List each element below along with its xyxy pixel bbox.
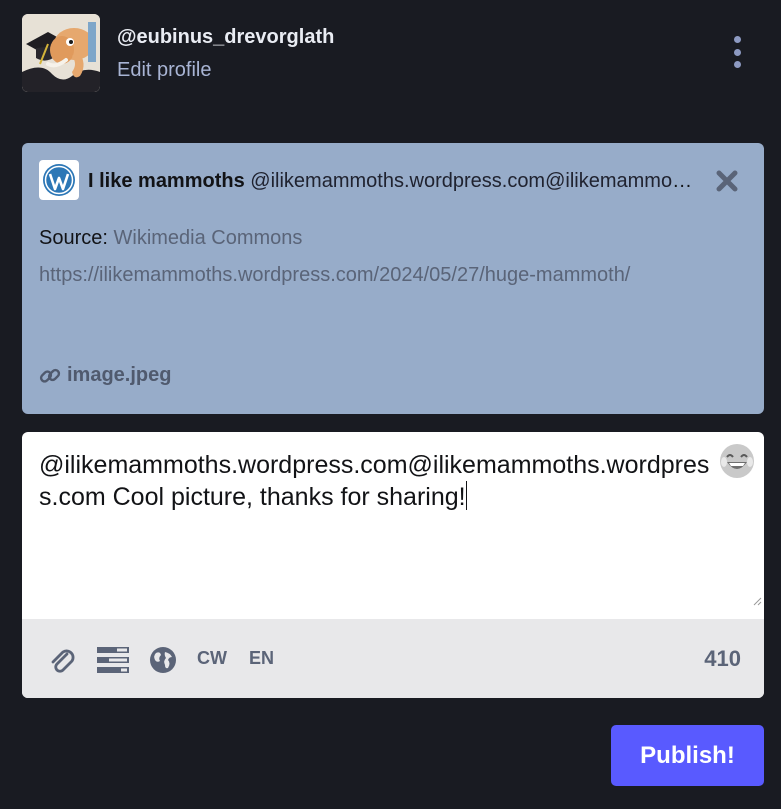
reply-header: I like mammoths @ilikemammoths.wordpress… (39, 160, 744, 200)
globe-icon (150, 647, 176, 673)
source-label: Source: (39, 227, 108, 249)
more-options-button[interactable] (725, 36, 749, 68)
close-icon (716, 170, 738, 192)
account-info: @eubinus_drevorglath Edit profile (117, 24, 334, 83)
character-counter: 410 (704, 646, 741, 671)
paperclip-icon (51, 649, 75, 673)
poll-icon (97, 647, 129, 673)
reply-author[interactable]: I like mammoths @ilikemammoths.wordpress… (88, 169, 694, 193)
link-icon (39, 368, 61, 383)
publish-button[interactable]: Publish! (611, 725, 764, 786)
attachment-link[interactable]: image.jpeg (39, 364, 171, 387)
edit-profile-link[interactable]: Edit profile (117, 57, 334, 83)
source-link[interactable]: Wikimedia Commons (114, 227, 303, 249)
laughing-emoji-icon (720, 444, 754, 478)
reply-indicator: I like mammoths @ilikemammoths.wordpress… (22, 143, 764, 414)
resize-handle[interactable] (752, 593, 762, 606)
reply-display-name: I like mammoths (88, 170, 245, 192)
attach-media-button[interactable] (48, 645, 78, 675)
wordpress-icon (39, 160, 79, 200)
reply-content: Source: Wikimedia Commons https://ilikem… (39, 220, 704, 294)
language-button[interactable]: EN (249, 648, 274, 669)
reply-url[interactable]: https://ilikemammoths.wordpress.com/2024… (39, 264, 630, 286)
attachment-name: image.jpeg (67, 364, 172, 386)
compose-toolbar: CW EN 410 (22, 619, 764, 698)
compose-form: @ilikemammoths.wordpress.com@ilikemammot… (22, 432, 764, 698)
emoji-picker-button[interactable] (718, 442, 756, 480)
vertical-ellipsis-icon (733, 36, 741, 43)
text-caret (465, 481, 467, 510)
visibility-button[interactable] (148, 645, 178, 675)
avatar[interactable] (22, 14, 100, 92)
compose-textarea[interactable]: @ilikemammoths.wordpress.com@ilikemammot… (39, 449, 711, 513)
content-warning-button[interactable]: CW (197, 648, 227, 669)
cancel-reply-button[interactable] (714, 168, 740, 194)
compose-header: @eubinus_drevorglath Edit profile (22, 14, 759, 92)
add-poll-button[interactable] (96, 645, 130, 675)
username: @eubinus_drevorglath (117, 26, 335, 48)
compose-text-value: @ilikemammoths.wordpress.com@ilikemammot… (39, 451, 710, 511)
reply-account: @ilikemammoths.wordpress.com@ilikemammot… (250, 170, 694, 192)
mammoth-graduate-avatar-icon (22, 14, 100, 92)
